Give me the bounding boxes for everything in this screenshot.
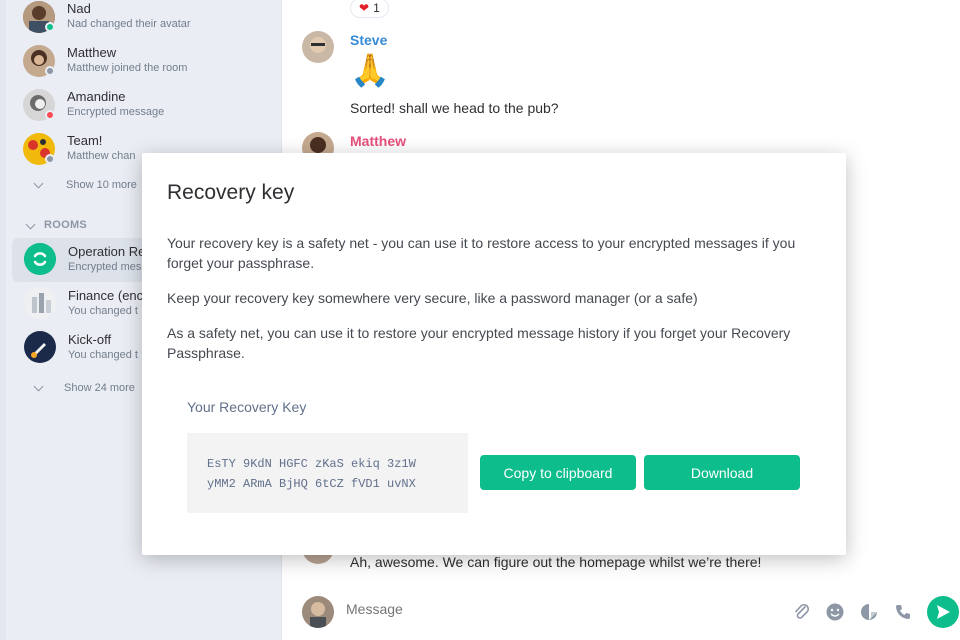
copy-to-clipboard-button[interactable]: Copy to clipboard bbox=[480, 455, 636, 490]
dialog-paragraph-2: Keep your recovery key somewhere very se… bbox=[167, 290, 698, 306]
dialog-paragraph-3: As a safety net, you can use it to resto… bbox=[167, 325, 791, 361]
recovery-key-dialog: Recovery key Your recovery key is a safe… bbox=[142, 153, 846, 555]
recovery-key-label: Your Recovery Key bbox=[187, 399, 307, 415]
download-button[interactable]: Download bbox=[644, 455, 800, 490]
recovery-key-line-1: EsTY 9KdN HGFC zKaS ekiq 3z1W bbox=[207, 457, 416, 471]
recovery-key-box[interactable]: EsTY 9KdN HGFC zKaS ekiq 3z1W yMM2 ARmA … bbox=[187, 433, 468, 513]
recovery-key-line-2: yMM2 ARmA BjHQ 6tCZ fVD1 uvNX bbox=[207, 477, 416, 491]
dialog-title: Recovery key bbox=[167, 181, 295, 204]
dialog-paragraph-1: Your recovery key is a safety net - you … bbox=[167, 235, 796, 271]
